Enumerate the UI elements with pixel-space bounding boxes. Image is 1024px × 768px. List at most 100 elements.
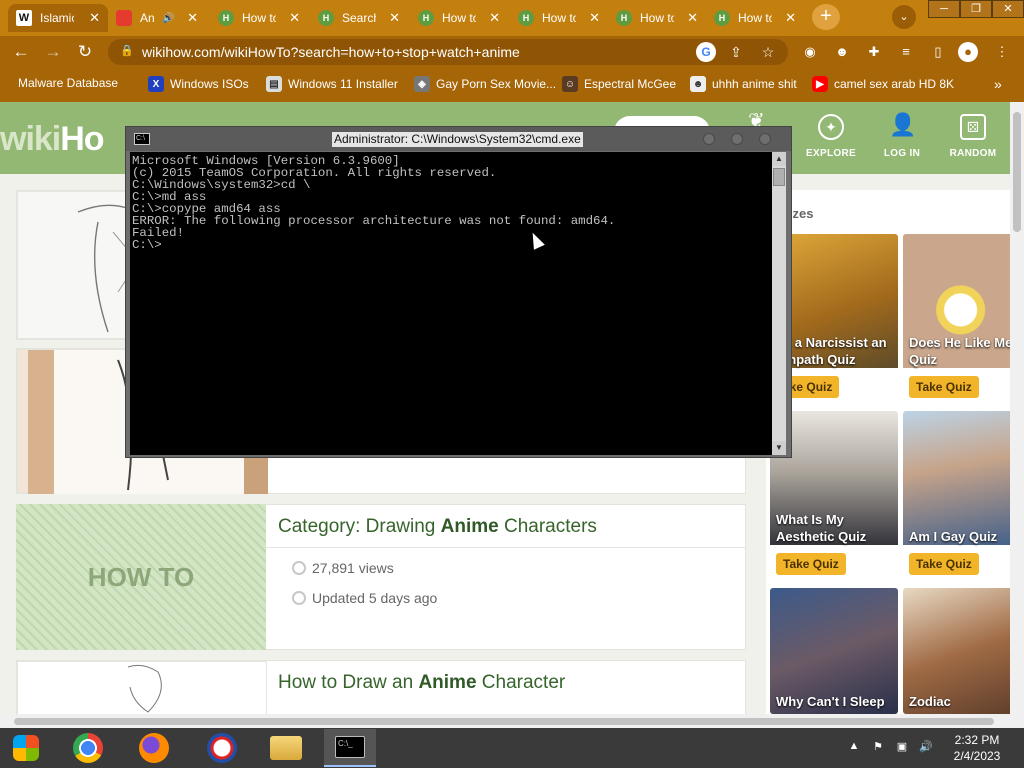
volume-icon[interactable]: 🔊	[918, 740, 934, 753]
article-title-category[interactable]: Category: Drawing Anime Characters	[278, 516, 597, 538]
share-icon[interactable]: ⇪	[726, 42, 746, 62]
extension-flag-icon[interactable]: ◉	[800, 42, 820, 62]
cmd-close-button[interactable]	[759, 133, 771, 145]
how-to-placeholder-thumbnail[interactable]: HOW TO	[16, 504, 266, 650]
tab-an[interactable]: An 🔊 ✕	[108, 4, 206, 32]
bookmark-windows-isos[interactable]: X Windows ISOs	[148, 76, 249, 92]
clock-time: 2:32 PM	[954, 733, 1000, 747]
clock-date: 2/4/2023	[953, 749, 1001, 763]
nav-random[interactable]: ⚄ RANDOM	[940, 110, 1006, 159]
tab-search[interactable]: H Search ✕	[310, 4, 408, 32]
nav-label: LOG IN	[883, 148, 921, 159]
speaker-icon[interactable]: 🔊	[162, 13, 174, 24]
reload-icon[interactable]: ↻	[74, 41, 96, 63]
wikihow-icon: H	[418, 10, 434, 26]
take-quiz-button[interactable]: Take Quiz	[909, 376, 979, 398]
tab-how-to-1[interactable]: H How to ✕	[210, 4, 308, 32]
tab-how-to-4[interactable]: H How to ✕	[608, 4, 706, 32]
chevron-down-icon[interactable]: ⌄	[892, 5, 916, 29]
start-button[interactable]	[0, 729, 52, 767]
nav-log-in[interactable]: 👤 LOG IN	[869, 110, 935, 160]
network-icon[interactable]: ▣	[894, 740, 910, 753]
close-window-button[interactable]: ✕	[992, 0, 1024, 18]
bookmark-7[interactable]: ▶ camel sex arab HD 8K	[812, 76, 954, 92]
wikihow-logo[interactable]: wikiHo	[0, 120, 105, 159]
star-icon[interactable]: ☆	[758, 42, 778, 62]
taskbar: C:\_ ▲ ⚑ ▣ 🔊 2:32 PM 2/4/2023	[0, 728, 1024, 768]
close-icon[interactable]: ✕	[289, 10, 300, 26]
close-icon[interactable]: ✕	[785, 10, 796, 26]
close-icon[interactable]: ✕	[687, 10, 698, 26]
google-icon[interactable]: G	[696, 42, 716, 62]
take-quiz-button[interactable]: Take Quiz	[909, 553, 979, 575]
extension-avatar-icon[interactable]: ☻	[832, 42, 852, 62]
close-icon[interactable]: ✕	[187, 10, 198, 26]
tab-how-to-3[interactable]: H How to ✕	[510, 4, 608, 32]
puzzle-icon[interactable]: ✚	[864, 42, 884, 62]
tab-how-to-2[interactable]: H How to ✕	[410, 4, 508, 32]
quiz-card-zodiac[interactable]: Zodiac	[903, 588, 1024, 714]
restore-button[interactable]: ❐	[960, 0, 992, 18]
profile-icon[interactable]: ●	[958, 42, 978, 62]
taskbar-file-explorer[interactable]	[260, 729, 312, 767]
cmd-titlebar[interactable]: C:\ Administrator: C:\Windows\System32\c…	[126, 127, 791, 151]
taskbar-cmd[interactable]: C:\_	[324, 729, 376, 767]
scrollbar-thumb[interactable]	[773, 168, 785, 186]
cmd-icon[interactable]: C:\	[134, 133, 150, 145]
system-clock[interactable]: 2:32 PM 2/4/2023	[940, 732, 1014, 764]
flag-icon[interactable]: ⚑	[870, 740, 886, 753]
url-text[interactable]: wikihow.com/wikiHowTo?search=how+to+stop…	[142, 44, 520, 60]
compass-icon: ✦	[818, 114, 844, 140]
quiz-card-sleep[interactable]: Why Can't I Sleep	[770, 588, 898, 714]
page-vertical-scrollbar[interactable]	[1010, 102, 1024, 714]
cmd-scrollbar[interactable]: ▲ ▼	[772, 152, 786, 455]
more-bookmarks-button[interactable]: »	[994, 76, 1002, 92]
new-tab-button[interactable]: +	[812, 4, 840, 30]
bookmark-anime[interactable]: ☻ uhhh anime shit	[690, 76, 797, 92]
bookmark-espectral-mcgee[interactable]: ☺ Espectral McGee	[562, 76, 676, 92]
scroll-up-icon[interactable]: ▲	[772, 152, 786, 166]
taskbar-app-obama[interactable]	[196, 729, 248, 767]
console-prompt[interactable]: C:\>	[132, 239, 772, 251]
cmd-minimize-button[interactable]	[703, 133, 715, 145]
taskbar-chrome[interactable]	[62, 729, 114, 767]
menu-icon[interactable]: ⋮	[992, 42, 1012, 62]
tray-chevron-icon[interactable]: ▲	[846, 740, 862, 752]
taskbar-firefox[interactable]	[128, 729, 180, 767]
console-output[interactable]: Microsoft Windows [Version 6.3.9600] (c)…	[130, 152, 772, 455]
cmd-maximize-button[interactable]	[731, 133, 743, 145]
lock-icon[interactable]: 🔒	[120, 44, 134, 57]
bookmark-malware-database[interactable]: Malware Database	[18, 76, 118, 90]
quiz-card-am-i-gay[interactable]: Am I Gay Quiz Take Quiz	[903, 411, 1024, 583]
side-panel-icon[interactable]: ▯	[928, 42, 948, 62]
article-title-draw-character[interactable]: How to Draw an Anime Character	[278, 672, 565, 694]
eye-icon	[292, 561, 306, 575]
refresh-icon	[292, 591, 306, 605]
scrollbar-thumb[interactable]	[1013, 112, 1021, 232]
bookmark-windows-11-installer[interactable]: ▤ Windows 11 Installer	[266, 76, 398, 92]
close-icon[interactable]: ✕	[489, 10, 500, 26]
scroll-down-icon[interactable]: ▼	[772, 441, 786, 455]
close-icon[interactable]: ✕	[589, 10, 600, 26]
minimize-button[interactable]: ─	[928, 0, 960, 18]
anime-character-thumbnail[interactable]	[17, 661, 267, 714]
bookmark-label: camel sex arab HD 8K	[834, 77, 955, 91]
quiz-card-does-he-like-me[interactable]: Does He Like Me Quiz Take Quiz	[903, 234, 1024, 406]
close-icon[interactable]: ✕	[89, 10, 100, 26]
tab-islamic[interactable]: W Islamic ✕	[8, 4, 108, 32]
nav-explore[interactable]: ✦ EXPLORE	[798, 110, 864, 159]
cmd-window[interactable]: C:\ Administrator: C:\Windows\System32\c…	[125, 126, 792, 458]
forward-icon[interactable]: →	[42, 41, 64, 63]
address-bar[interactable]: 🔒 wikihow.com/wikiHowTo?search=how+to+st…	[108, 39, 788, 65]
tab-how-to-5[interactable]: H How to ✕	[706, 4, 804, 32]
page-horizontal-scrollbar[interactable]	[0, 714, 1024, 728]
quiz-title: Why Can't I Sleep	[776, 694, 885, 709]
media-icon[interactable]: ≡	[896, 42, 916, 62]
take-quiz-button[interactable]: Take Quiz	[776, 553, 846, 575]
scrollbar-thumb[interactable]	[14, 718, 994, 725]
bookmark-4[interactable]: ◈ Gay Porn Sex Movie...	[414, 76, 556, 92]
back-icon[interactable]: ←	[10, 41, 32, 63]
start-icon	[13, 735, 39, 761]
quiz-title: Am I Gay Quiz	[909, 529, 998, 544]
close-icon[interactable]: ✕	[389, 10, 400, 26]
